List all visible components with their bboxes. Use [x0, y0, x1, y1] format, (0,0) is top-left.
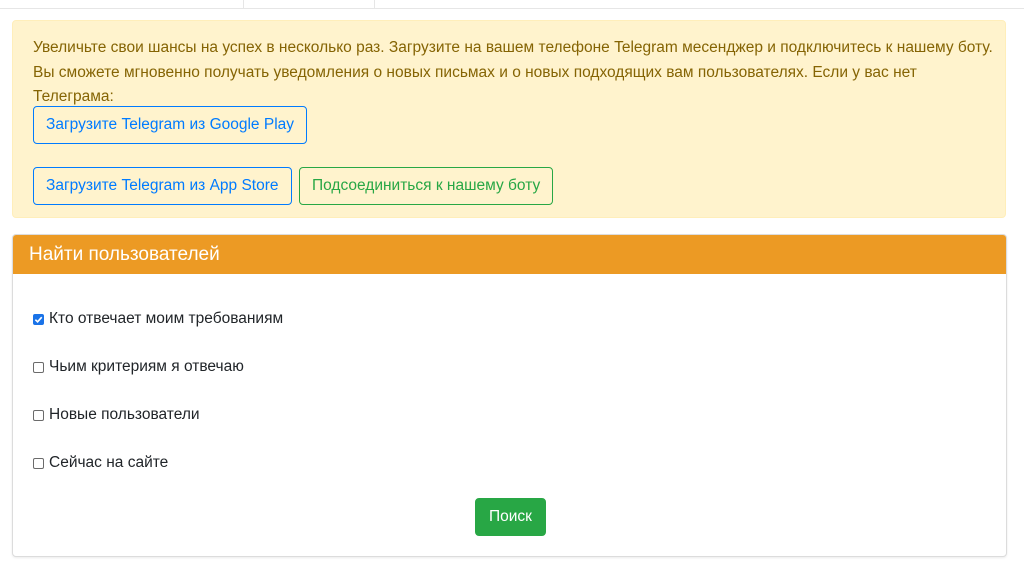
- telegram-alert: Увеличьте свои шансы на успех в нескольк…: [12, 20, 1006, 218]
- alert-message: Увеличьте свои шансы на успех в нескольк…: [33, 39, 993, 105]
- checkbox[interactable]: [33, 457, 44, 469]
- google-play-button[interactable]: Загрузите Telegram из Google Play: [33, 106, 308, 144]
- option-label: Чьим критериям я отвечаю: [49, 358, 244, 375]
- option-i-match-criteria[interactable]: Чьим критериям я отвечаю: [33, 358, 244, 376]
- option-label: Сейчас на сайте: [49, 454, 169, 471]
- search-button[interactable]: Поиск: [475, 498, 546, 536]
- option-new-users[interactable]: Новые пользователи: [33, 406, 200, 424]
- checkmark-icon: [34, 316, 43, 323]
- top-nav-remnant: [0, 0, 1024, 9]
- option-matches-my-requirements[interactable]: Кто отвечает моим требованиям: [33, 310, 283, 328]
- option-label: Кто отвечает моим требованиям: [49, 310, 284, 327]
- option-online-now[interactable]: Сейчас на сайте: [33, 454, 168, 472]
- nav-divider: [243, 0, 244, 8]
- checkbox[interactable]: [33, 361, 44, 373]
- nav-divider: [374, 0, 375, 8]
- search-users-card: Найти пользователей Кто отвечает моим тр…: [12, 234, 1007, 557]
- card-title: Найти пользователей: [13, 235, 1006, 274]
- connect-bot-button[interactable]: Подсоединиться к нашему боту: [299, 167, 554, 205]
- checkbox[interactable]: [33, 313, 44, 325]
- app-store-button[interactable]: Загрузите Telegram из App Store: [33, 167, 292, 205]
- checkbox[interactable]: [33, 409, 44, 421]
- option-label: Новые пользователи: [49, 406, 200, 423]
